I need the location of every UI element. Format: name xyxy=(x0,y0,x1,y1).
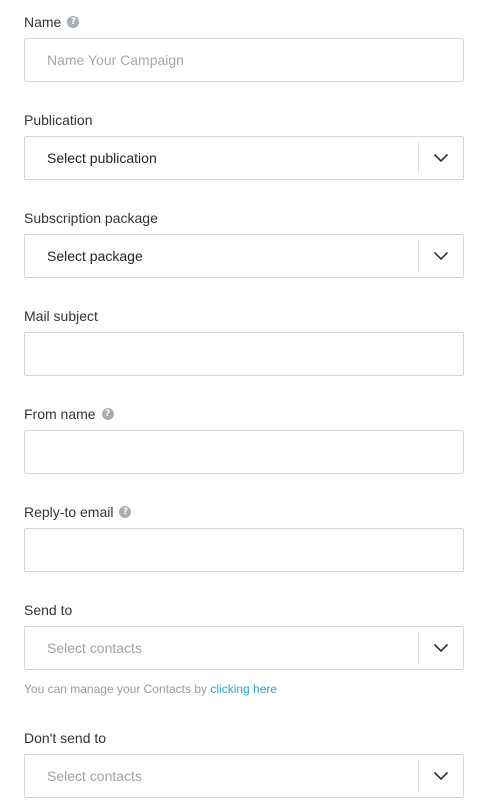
subscription-package-select[interactable]: Select package xyxy=(24,234,464,278)
send-to-label-text: Send to xyxy=(24,602,73,618)
send-to-placeholder: Select contacts xyxy=(47,640,142,656)
dont-send-to-placeholder: Select contacts xyxy=(47,768,142,784)
chevron-down-icon[interactable] xyxy=(419,137,463,179)
from-name-input[interactable] xyxy=(25,431,447,473)
contacts-hint-text: You can manage your Contacts by xyxy=(24,682,208,696)
mail-subject-input[interactable] xyxy=(25,333,447,375)
reply-to-email-label-text: Reply-to email xyxy=(24,504,114,520)
subscription-package-label: Subscription package xyxy=(24,209,158,227)
reply-to-email-label: Reply-to email ? xyxy=(24,503,132,521)
reply-to-email-field[interactable] xyxy=(24,528,464,572)
question-mark-icon[interactable]: ? xyxy=(67,16,80,28)
send-to-select[interactable]: Select contacts xyxy=(24,626,464,670)
reply-to-email-input[interactable] xyxy=(25,529,447,571)
publication-selected-value: Select publication xyxy=(47,150,157,166)
name-field[interactable] xyxy=(24,38,464,82)
contacts-hint: You can manage your Contacts by clicking… xyxy=(24,682,277,696)
subscription-package-selected-value: Select package xyxy=(47,248,143,264)
dont-send-to-label-text: Don't send to xyxy=(24,730,107,746)
mail-subject-field[interactable] xyxy=(24,332,464,376)
publication-label: Publication xyxy=(24,111,93,129)
name-label: Name ? xyxy=(24,13,80,31)
from-name-label-text: From name xyxy=(24,406,96,422)
mail-subject-label: Mail subject xyxy=(24,307,98,325)
dont-send-to-label: Don't send to xyxy=(24,729,106,747)
mail-subject-label-text: Mail subject xyxy=(24,308,98,324)
question-mark-icon[interactable]: ? xyxy=(119,506,132,518)
from-name-label: From name ? xyxy=(24,405,114,423)
chevron-down-icon[interactable] xyxy=(419,755,463,797)
dont-send-to-select[interactable]: Select contacts xyxy=(24,754,464,798)
chevron-down-icon[interactable] xyxy=(419,627,463,669)
subscription-package-label-text: Subscription package xyxy=(24,210,158,226)
question-mark-icon[interactable]: ? xyxy=(101,408,114,420)
chevron-down-icon[interactable] xyxy=(419,235,463,277)
publication-label-text: Publication xyxy=(24,112,93,128)
name-input[interactable] xyxy=(25,39,447,81)
from-name-field[interactable] xyxy=(24,430,464,474)
send-to-label: Send to xyxy=(24,601,72,619)
name-label-text: Name xyxy=(24,14,62,30)
publication-select[interactable]: Select publication xyxy=(24,136,464,180)
manage-contacts-link[interactable]: clicking here xyxy=(210,682,277,696)
